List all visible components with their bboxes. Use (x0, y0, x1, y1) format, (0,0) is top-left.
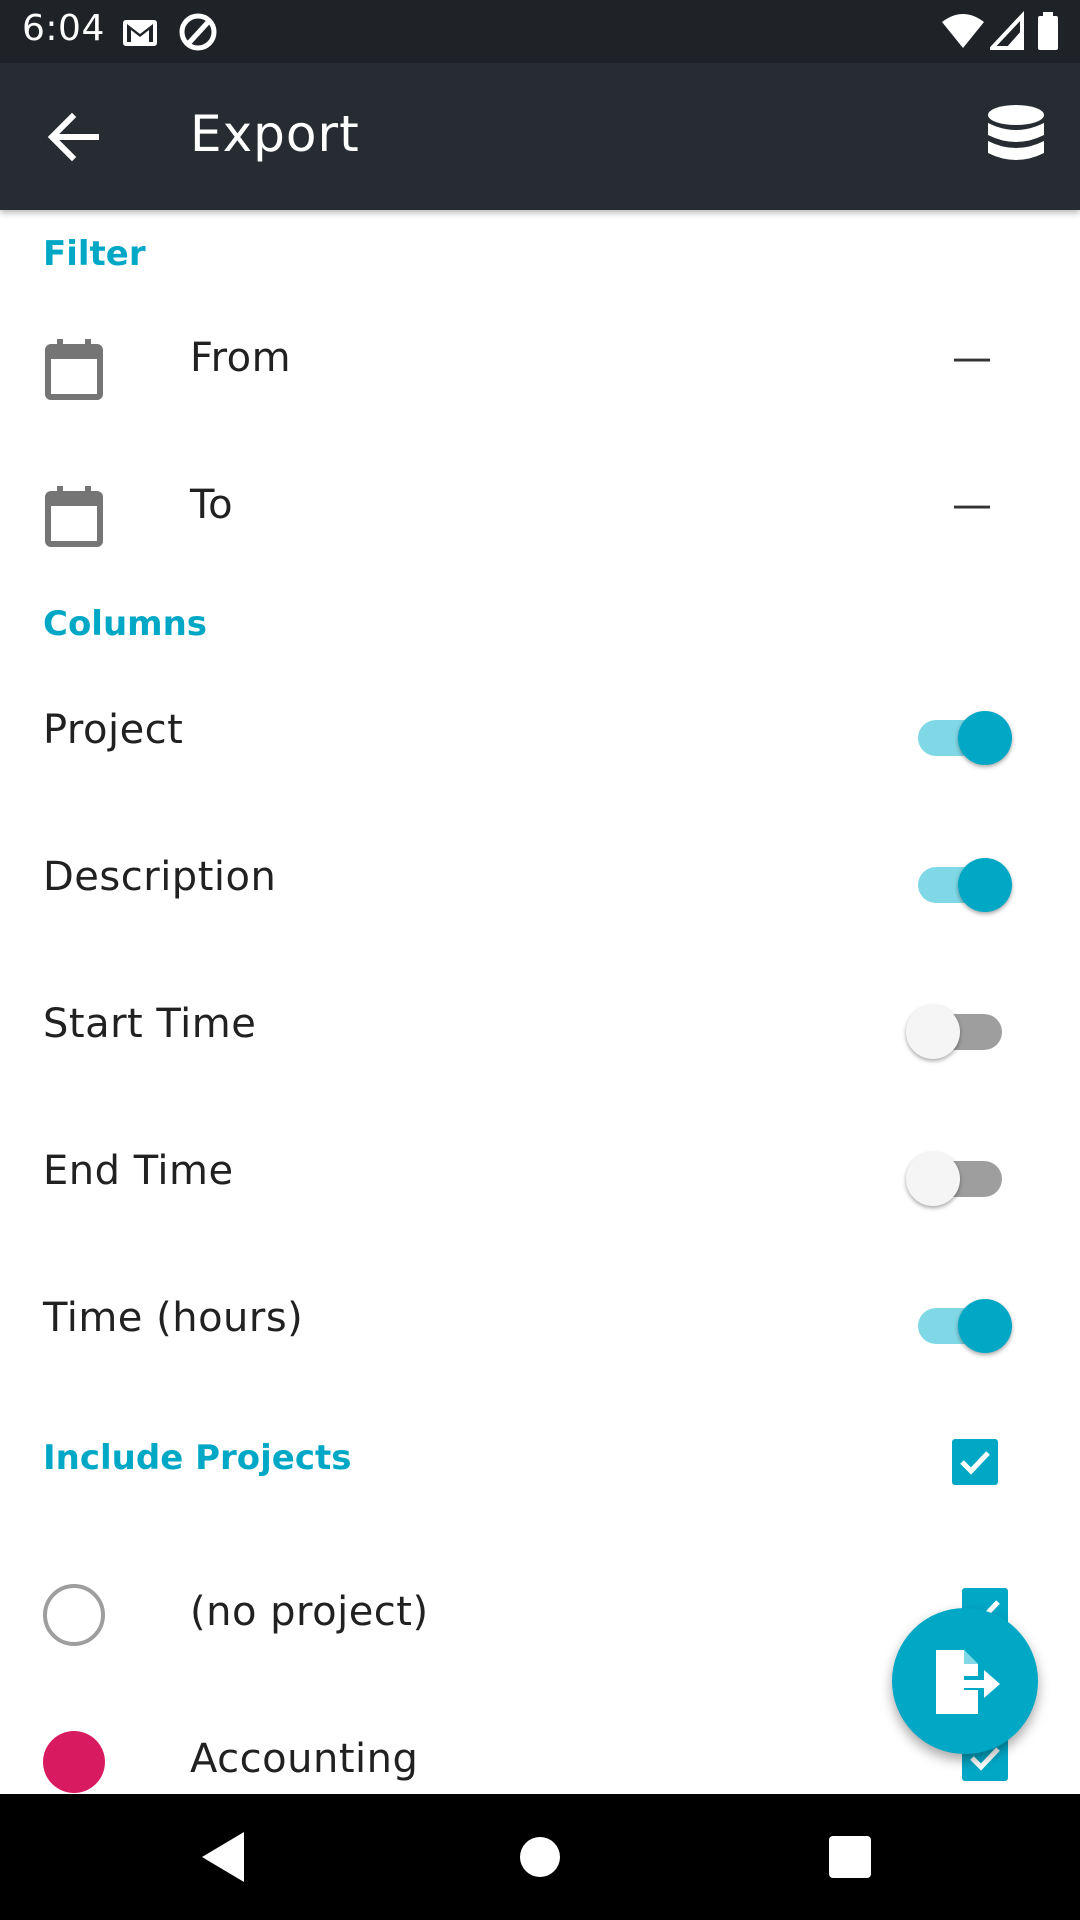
database-button[interactable] (980, 101, 1052, 173)
column-toggle-description[interactable] (906, 850, 1012, 912)
column-label: Start Time (43, 1001, 257, 1047)
nav-back-icon[interactable] (190, 1824, 256, 1890)
column-row-end-time[interactable]: End Time (0, 1104, 1080, 1244)
project-color-dot (43, 1584, 105, 1646)
column-row-start-time[interactable]: Start Time (0, 957, 1080, 1097)
calendar-icon (45, 486, 103, 547)
to-value: — (952, 482, 992, 528)
calendar-icon (45, 339, 103, 400)
column-toggle-start-time[interactable] (906, 997, 1012, 1059)
app-bar: Export (0, 63, 1080, 210)
column-label: Time (hours) (43, 1295, 304, 1341)
gmail-icon (123, 20, 157, 46)
column-row-time-hours[interactable]: Time (hours) (0, 1251, 1080, 1391)
include-all-projects-checkbox[interactable] (952, 1439, 998, 1485)
column-row-description[interactable]: Description (0, 810, 1080, 950)
nav-home-icon[interactable] (507, 1824, 573, 1890)
export-settings-list[interactable]: Filter From — To — Columns Project Descr… (0, 210, 1080, 1794)
column-label: Description (43, 854, 277, 900)
column-label: Project (43, 707, 184, 753)
arrow-back-icon (47, 112, 99, 162)
export-fab-button[interactable] (892, 1608, 1038, 1754)
project-color-dot (43, 1731, 105, 1793)
database-icon (988, 105, 1044, 160)
signal-icon (990, 10, 1024, 50)
export-file-icon (936, 1650, 1000, 1714)
wifi-icon (942, 14, 984, 48)
status-time: 6:04 (22, 8, 105, 49)
system-nav-bar (0, 1794, 1080, 1920)
include-projects-row[interactable]: Include Projects (0, 1398, 1080, 1518)
at-sign-icon (179, 13, 217, 51)
column-toggle-end-time[interactable] (906, 1144, 1012, 1206)
column-label: End Time (43, 1148, 234, 1194)
section-header-filter: Filter (43, 234, 146, 274)
status-bar: 6:04 (0, 0, 1080, 63)
section-header-columns: Columns (43, 604, 208, 644)
from-value: — (952, 335, 992, 381)
nav-recents-icon[interactable] (817, 1824, 883, 1890)
project-name: Accounting (190, 1736, 419, 1782)
column-toggle-time-hours[interactable] (906, 1291, 1012, 1353)
from-date-row[interactable]: From — (0, 293, 1080, 433)
battery-icon (1038, 12, 1058, 50)
column-row-project[interactable]: Project (0, 663, 1080, 803)
check-icon (960, 1451, 990, 1475)
back-button[interactable] (36, 99, 112, 175)
from-label: From (190, 335, 292, 381)
to-date-row[interactable]: To — (0, 440, 1080, 580)
column-toggle-project[interactable] (906, 703, 1012, 765)
page-title: Export (190, 105, 360, 163)
section-header-include-projects: Include Projects (43, 1438, 352, 1478)
project-name: (no project) (190, 1589, 429, 1635)
to-label: To (190, 482, 234, 528)
